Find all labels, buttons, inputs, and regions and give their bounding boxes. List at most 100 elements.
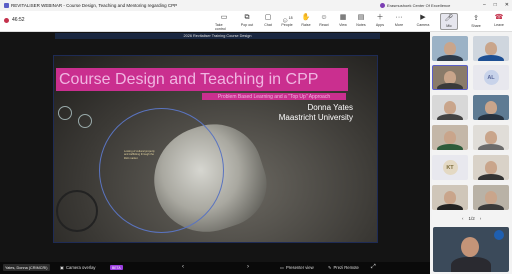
chat-button[interactable]: ▢ Chat	[259, 13, 277, 30]
next-slide-button[interactable]: ›	[247, 264, 249, 270]
participant-tile[interactable]	[473, 95, 509, 120]
presentation-header: 2026 Revitaliser Training Course Design	[55, 33, 380, 39]
presentation-title: 2026 Revitaliser Training Course Design	[183, 34, 252, 38]
participant-tile[interactable]	[473, 36, 509, 61]
presentation-slide[interactable]: Course Design and Teaching in CPP Proble…	[53, 55, 378, 243]
participant-avatar: KT	[442, 160, 458, 175]
participant-video	[444, 101, 456, 114]
camera-button[interactable]: ▶ Camera	[414, 13, 432, 30]
orbit-ring-large	[99, 108, 224, 233]
chevron-left-icon[interactable]: ‹	[462, 216, 464, 221]
participant-video	[485, 42, 497, 55]
chevron-left-icon: ‹	[182, 264, 184, 270]
participant-tile[interactable]	[432, 125, 468, 150]
window-controls: – □ ✕	[483, 2, 509, 8]
participant-video	[444, 131, 456, 144]
previous-slide-button[interactable]: ‹	[182, 264, 184, 270]
speaker-block: Donna Yates Maastricht University	[279, 103, 353, 123]
participant-tile[interactable]	[432, 36, 468, 61]
view-button[interactable]: ▦ View	[334, 13, 352, 30]
chat-icon: ▢	[264, 14, 272, 21]
presenter-view-label: Presenter view	[285, 265, 314, 270]
camera-icon: ▶	[420, 14, 426, 21]
meeting-title: REVITALISER WEBINAR - Course Design, Tea…	[11, 3, 178, 8]
share-icon: ⇪	[473, 15, 479, 22]
participant-tile[interactable]: KT	[432, 155, 468, 180]
more-button[interactable]: ··· More	[390, 13, 408, 30]
camera-overlay-button[interactable]: ▣ Camera overlay	[60, 265, 96, 270]
participant-tile[interactable]	[473, 185, 509, 210]
fullscreen-button[interactable]: ⤢	[371, 264, 376, 271]
org-icon	[380, 3, 385, 8]
pen-icon: ✎	[328, 265, 332, 270]
people-icon: ☺18	[281, 16, 293, 25]
participant-video	[485, 161, 497, 174]
participant-avatar: AL	[483, 70, 499, 85]
timer-text: 46:52	[12, 17, 25, 23]
participant-tile[interactable]	[473, 125, 509, 150]
participant-tile-speaking[interactable]	[432, 65, 468, 90]
orbit-ring-small-1	[58, 106, 72, 120]
raise-hand-button[interactable]: ✋ Raise	[297, 13, 315, 30]
camera-overlay-icon: ▣	[60, 265, 64, 270]
presenter-view-icon: ▭	[280, 265, 284, 270]
camera-overlay-label: Camera overlay	[65, 265, 96, 270]
pop-out-button[interactable]: ⧉ Pop out	[238, 13, 256, 30]
participant-tile[interactable]	[432, 95, 468, 120]
participant-video	[485, 191, 497, 204]
chevron-right-icon: ›	[247, 264, 249, 270]
participant-tile[interactable]: AL	[473, 65, 509, 90]
slide-title: Course Design and Teaching in CPP	[56, 68, 348, 91]
mic-icon: 🎤︎	[444, 15, 454, 22]
speaker-affiliation: Maastricht University	[278, 113, 353, 122]
meeting-toolbar: 46:52 ▭ Take control ⧉ Pop out ▢ Chat ☺18 Pe…	[0, 11, 512, 32]
share-button[interactable]: ⇪ Share	[467, 14, 485, 30]
title-bar: REVITALISER WEBINAR - Course Design, Tea…	[0, 0, 512, 11]
leave-button[interactable]: ☎ Leave	[490, 13, 508, 30]
presenter-view-button[interactable]: ▭ Presenter view	[280, 265, 314, 270]
maximize-button[interactable]: □	[494, 2, 497, 8]
org-logo-icon	[494, 230, 504, 240]
participant-video	[485, 101, 497, 114]
app-title: REVITALISER WEBINAR - Course Design, Tea…	[0, 3, 177, 8]
apps-button[interactable]: ＋ Apps	[371, 13, 389, 30]
react-button[interactable]: ☺ React	[315, 13, 333, 30]
org-switcher[interactable]: Erasmushoek Center Of Excellence	[380, 3, 450, 8]
participant-video	[444, 42, 456, 55]
notes-icon: ▤	[357, 14, 365, 21]
page-indicator: 1/2	[468, 216, 475, 221]
presenter-name-badge: Yates, Donna (CRIMCRI)	[3, 264, 50, 271]
mic-button[interactable]: 🎤︎ Mic	[440, 13, 458, 30]
recording-icon	[4, 17, 9, 23]
people-button[interactable]: ☺18 People	[278, 13, 296, 30]
people-count: 18	[288, 16, 293, 20]
participant-tile[interactable]	[473, 155, 509, 180]
phone-icon: ☎	[494, 14, 504, 21]
participant-video	[444, 191, 456, 204]
apps-icon: ＋	[376, 14, 384, 21]
grid-icon: ▦	[339, 14, 347, 21]
take-control-button[interactable]: ▭ Take control	[215, 13, 233, 31]
more-icon: ···	[395, 14, 403, 21]
minimize-button[interactable]: –	[483, 2, 486, 8]
emoji-icon: ☺	[320, 14, 328, 21]
teams-icon	[4, 3, 9, 8]
beta-badge: BETA	[110, 265, 123, 270]
monitor-icon: ▭	[220, 14, 228, 21]
participant-pager: ‹ 1/2 ›	[462, 216, 481, 221]
prezi-remote-label: Prezi Remote	[333, 265, 359, 270]
slide-callout: Looting of cultural property and traffic…	[124, 150, 155, 160]
popout-icon: ⧉	[244, 14, 250, 21]
expand-icon: ⤢	[371, 264, 376, 270]
close-button[interactable]: ✕	[505, 2, 509, 8]
participant-tile[interactable]	[432, 185, 468, 210]
org-name: Erasmushoek Center Of Excellence	[387, 3, 451, 8]
notes-button[interactable]: ▤ Notes	[352, 13, 370, 30]
prezi-remote-button[interactable]: ✎ Prezi Remote	[328, 265, 359, 270]
chevron-right-icon[interactable]: ›	[480, 216, 482, 221]
participant-video	[485, 131, 497, 144]
self-view-video[interactable]	[433, 227, 509, 272]
meeting-timer: 46:52	[4, 17, 25, 23]
orbit-ring-bottom	[56, 190, 98, 232]
slide-subtitle: Problem Based Learning and a "Top Up" Ap…	[202, 93, 346, 100]
